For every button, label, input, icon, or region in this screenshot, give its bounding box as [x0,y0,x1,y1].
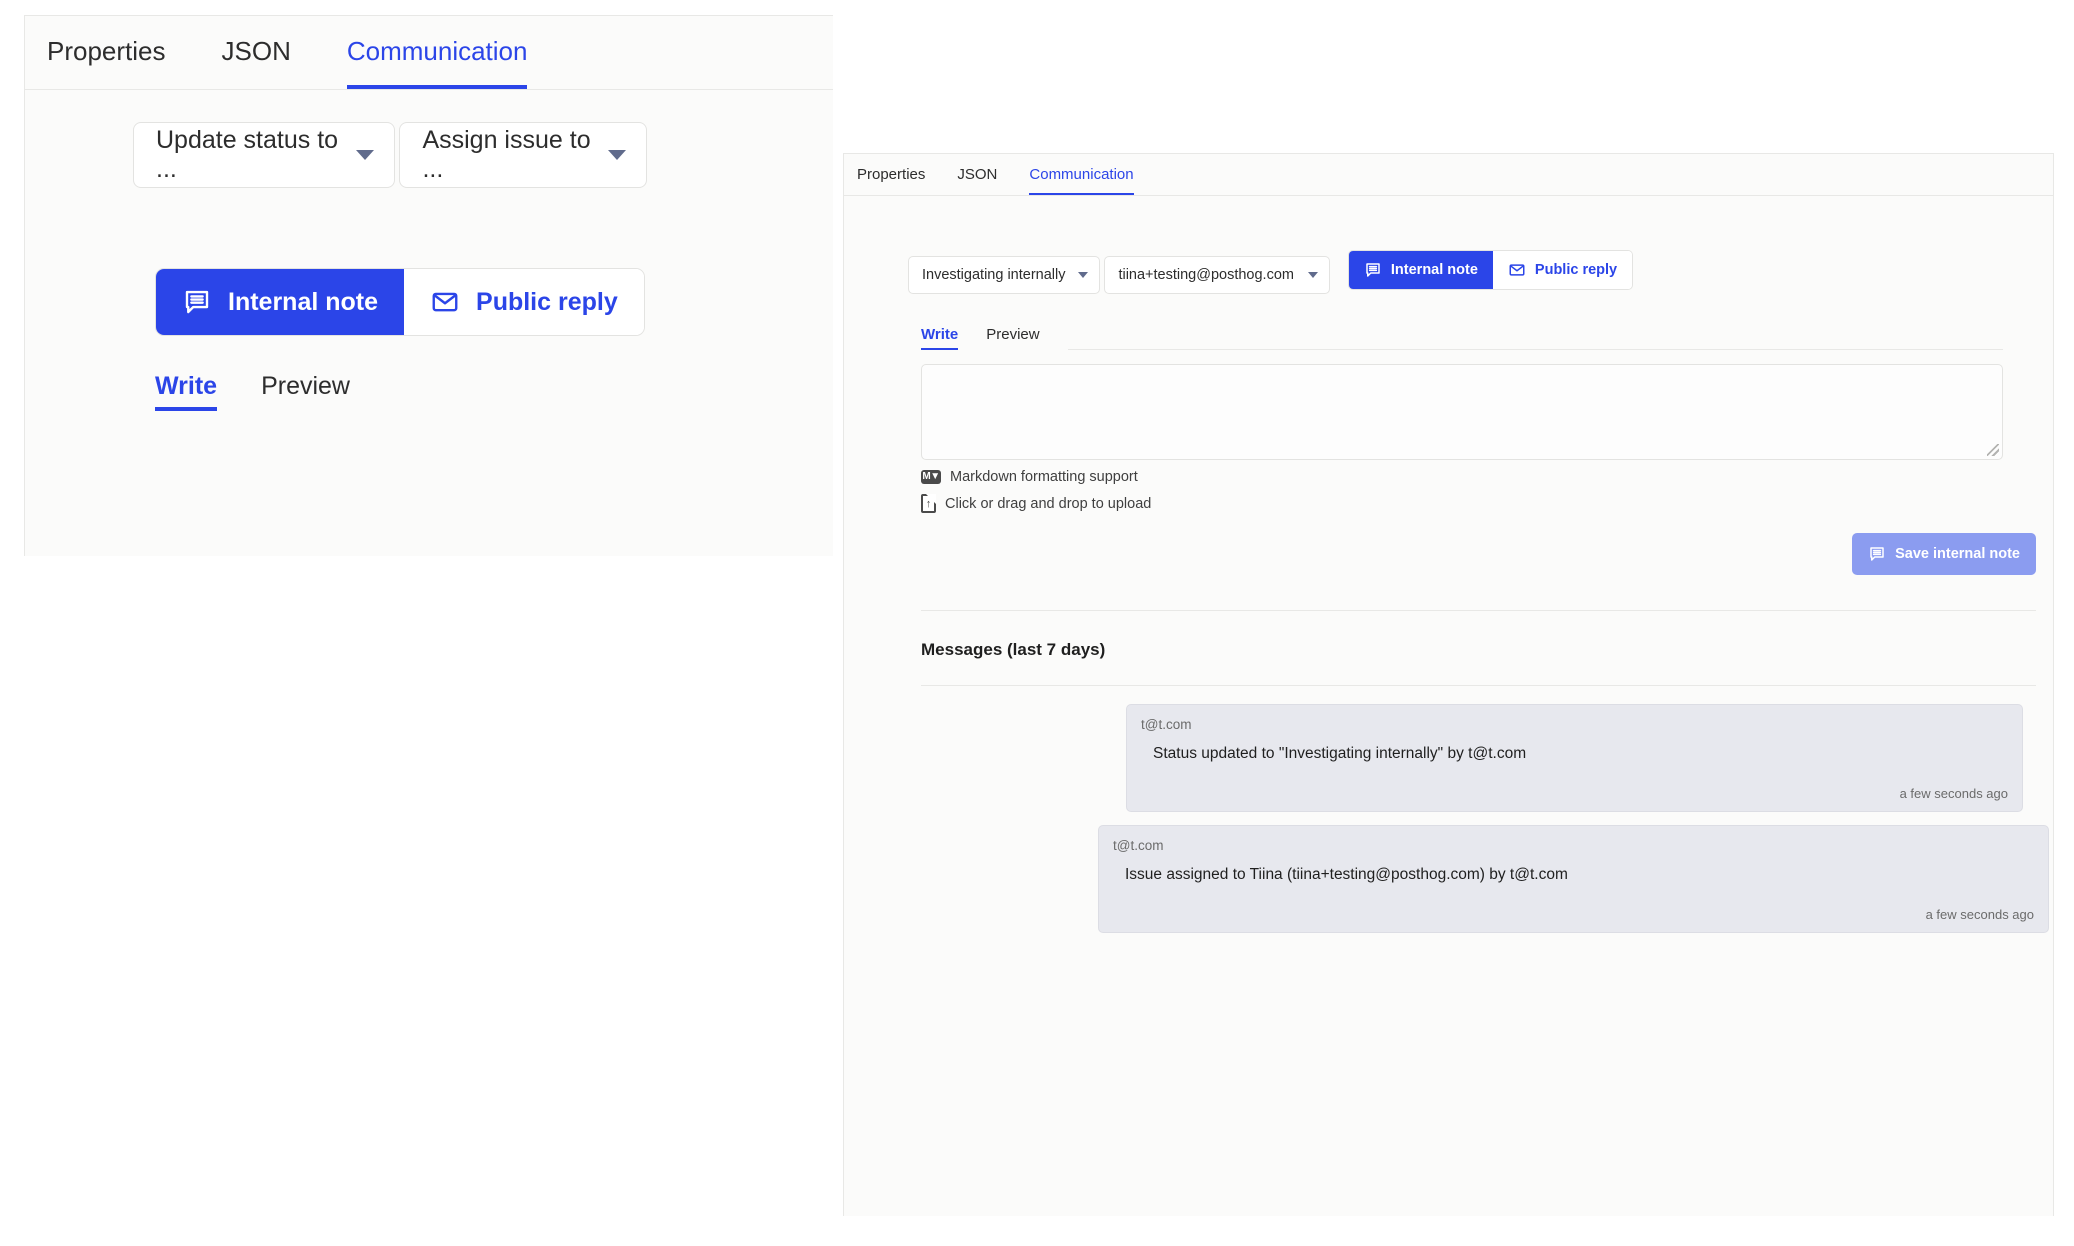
public-reply-toggle[interactable]: Public reply [1493,251,1632,289]
messages-list: t@t.com Status updated to "Investigating… [908,704,2053,933]
editor-tab-preview[interactable]: Preview [261,372,350,411]
message-timestamp: a few seconds ago [1113,907,2034,922]
comment-icon [1364,261,1382,279]
section-divider [921,610,2036,611]
compose-mode-group: Internal note Public reply [1348,250,1633,290]
upload-hint-label: Click or drag and drop to upload [945,496,1151,512]
envelope-icon [430,287,460,317]
assignee-select-value: Assign issue to ... [422,126,594,184]
assignee-select-value: tiina+testing@posthog.com [1118,267,1294,283]
chevron-down-icon [608,150,626,160]
editor-tab-write[interactable]: Write [921,326,958,350]
markdown-hint-label: Markdown formatting support [950,469,1138,485]
resize-handle-icon[interactable] [1987,444,1999,456]
tab-communication[interactable]: Communication [347,36,528,89]
messages-rule [921,685,2036,686]
status-select[interactable]: Investigating internally [908,256,1100,294]
internal-note-label: Internal note [228,288,378,317]
right-screenshot-panel: Properties JSON Communication Investigat… [843,153,2054,1216]
message-row: t@t.com Status updated to "Investigating… [908,704,2053,812]
markdown-hint: M▼ Markdown formatting support [921,469,2053,485]
save-internal-note-button[interactable]: Save internal note [1852,533,2036,575]
message-bubble: t@t.com Issue assigned to Tiina (tiina+t… [1098,825,2049,933]
message-row: t@t.com Issue assigned to Tiina (tiina+t… [908,825,2053,933]
internal-note-toggle[interactable]: Internal note [1349,251,1493,289]
public-reply-toggle[interactable]: Public reply [404,269,644,335]
status-select-value: Update status to ... [156,126,342,184]
chevron-down-icon [1078,272,1088,278]
message-bubble: t@t.com Status updated to "Investigating… [1126,704,2023,812]
assignee-select[interactable]: Assign issue to ... [399,122,647,188]
editor-tabs: Write Preview [921,326,2003,350]
editor-tabs: Write Preview [155,372,833,411]
editor-tab-preview[interactable]: Preview [986,326,1039,350]
left-tabbar: Properties JSON Communication [25,16,833,90]
message-sender: t@t.com [1141,717,2008,732]
markdown-icon: M▼ [921,470,941,484]
assignee-select[interactable]: tiina+testing@posthog.com [1104,256,1330,294]
messages-heading: Messages (last 7 days) [921,640,2053,660]
screenshot-stage: Properties JSON Communication Update sta… [0,0,2074,1246]
comment-icon [1868,545,1886,563]
message-sender: t@t.com [1113,838,2034,853]
editor-hints: M▼ Markdown formatting support ↑ Click o… [921,469,2053,513]
tab-properties[interactable]: Properties [47,36,166,89]
left-panel-body: Update status to ... Assign issue to ... [25,90,833,411]
chevron-down-icon [1308,272,1318,278]
message-body: Status updated to "Investigating interna… [1153,745,2008,763]
left-screenshot-panel: Properties JSON Communication Update sta… [24,15,833,556]
internal-note-toggle[interactable]: Internal note [156,269,404,335]
comment-icon [182,287,212,317]
message-timestamp: a few seconds ago [1141,786,2008,801]
public-reply-label: Public reply [1535,262,1617,278]
status-select-value: Investigating internally [922,267,1065,283]
save-row: Save internal note [908,533,2036,575]
editor-tab-write[interactable]: Write [155,372,217,411]
internal-note-label: Internal note [1391,262,1478,278]
envelope-icon [1508,261,1526,279]
editor-tabs-rule [1068,349,2003,350]
compose-mode-group: Internal note Public reply [155,268,645,336]
status-select[interactable]: Update status to ... [133,122,395,188]
tab-properties[interactable]: Properties [857,166,925,195]
tab-communication[interactable]: Communication [1029,166,1133,195]
message-body: Issue assigned to Tiina (tiina+testing@p… [1125,866,2034,884]
tab-json[interactable]: JSON [222,36,291,89]
right-tabbar: Properties JSON Communication [844,154,2053,196]
tab-json[interactable]: JSON [957,166,997,195]
note-input[interactable] [921,364,2003,460]
right-panel-body: Investigating internally tiina+testing@p… [844,196,2053,933]
chevron-down-icon [356,150,374,160]
upload-hint[interactable]: ↑ Click or drag and drop to upload [921,494,2053,513]
file-upload-icon: ↑ [921,494,936,513]
public-reply-label: Public reply [476,288,618,317]
save-internal-note-label: Save internal note [1895,546,2020,562]
